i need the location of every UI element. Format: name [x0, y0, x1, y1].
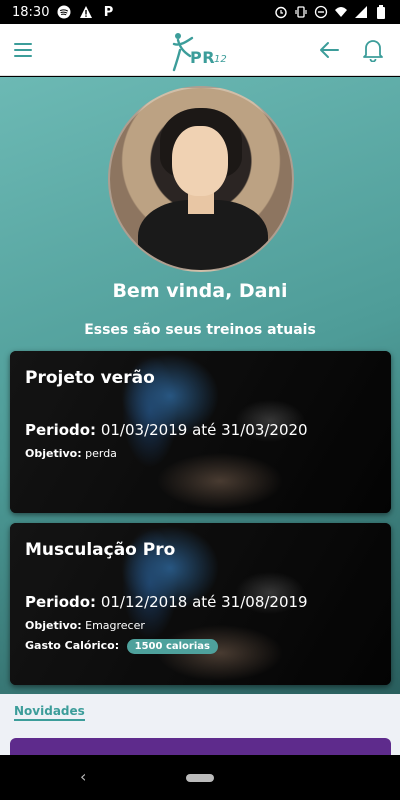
workout-calories: Gasto Calórico: 1500 calorias: [25, 639, 218, 654]
battery-icon: [374, 5, 388, 19]
menu-icon[interactable]: [14, 38, 38, 62]
p-icon: P: [103, 4, 114, 20]
news-link[interactable]: Novidades: [14, 704, 85, 721]
objective-label: Objetivo:: [25, 619, 82, 632]
app-actions: [316, 37, 386, 63]
objective-label: Objetivo:: [25, 447, 82, 460]
nav-back-icon[interactable]: ‹: [80, 767, 86, 786]
period-label: Periodo:: [25, 593, 97, 611]
workout-period: Periodo: 01/03/2019 até 31/03/2020: [25, 421, 308, 439]
status-right: [274, 5, 388, 19]
nav-home-pill[interactable]: [186, 773, 214, 782]
period-value: 01/12/2018 até 31/08/2019: [100, 593, 308, 611]
workout-card[interactable]: Musculação Pro Periodo: 01/12/2018 até 3…: [10, 523, 391, 685]
period-label: Periodo:: [25, 421, 97, 439]
welcome-text: Bem vinda, Dani: [112, 280, 288, 302]
calories-badge: 1500 calorias: [126, 639, 218, 654]
status-left: 18:30 P: [12, 5, 115, 20]
avatar: [108, 86, 294, 272]
app-logo: PR 12: [170, 28, 234, 72]
subtitle-text: Esses são seus treinos atuais: [84, 322, 316, 338]
logo-sub: 12: [214, 54, 227, 65]
workout-period: Periodo: 01/12/2018 até 31/08/2019: [25, 593, 308, 611]
signal-icon: [354, 5, 368, 19]
workout-objective: Objetivo: Emagrecer: [25, 619, 145, 632]
app-bar: PR 12: [0, 24, 400, 76]
workout-card[interactable]: Projeto verão Periodo: 01/03/2019 até 31…: [10, 351, 391, 513]
objective-value: Emagrecer: [85, 619, 145, 632]
calories-label: Gasto Calórico:: [25, 639, 120, 652]
workout-title: Projeto verão: [25, 368, 155, 388]
bell-icon[interactable]: [360, 37, 386, 63]
logo-text: PR: [190, 48, 216, 67]
main-content: Bem vinda, Dani Esses são seus treinos a…: [0, 77, 400, 694]
wifi-icon: [334, 5, 348, 19]
workout-title: Musculação Pro: [25, 540, 176, 560]
back-arrow-icon[interactable]: [316, 37, 342, 63]
vibrate-icon: [294, 5, 308, 19]
alarm-icon: [274, 5, 288, 19]
warning-icon: [79, 5, 93, 19]
status-bar: 18:30 P: [0, 0, 400, 24]
spotify-icon: [57, 5, 71, 19]
objective-value: perda: [85, 447, 117, 460]
news-section: Novidades: [0, 694, 400, 758]
workout-objective: Objetivo: perda: [25, 447, 117, 460]
dnd-icon: [314, 5, 328, 19]
status-time: 18:30: [12, 4, 50, 20]
system-nav-bar: ‹: [0, 755, 400, 800]
period-value: 01/03/2019 até 31/03/2020: [100, 421, 308, 439]
